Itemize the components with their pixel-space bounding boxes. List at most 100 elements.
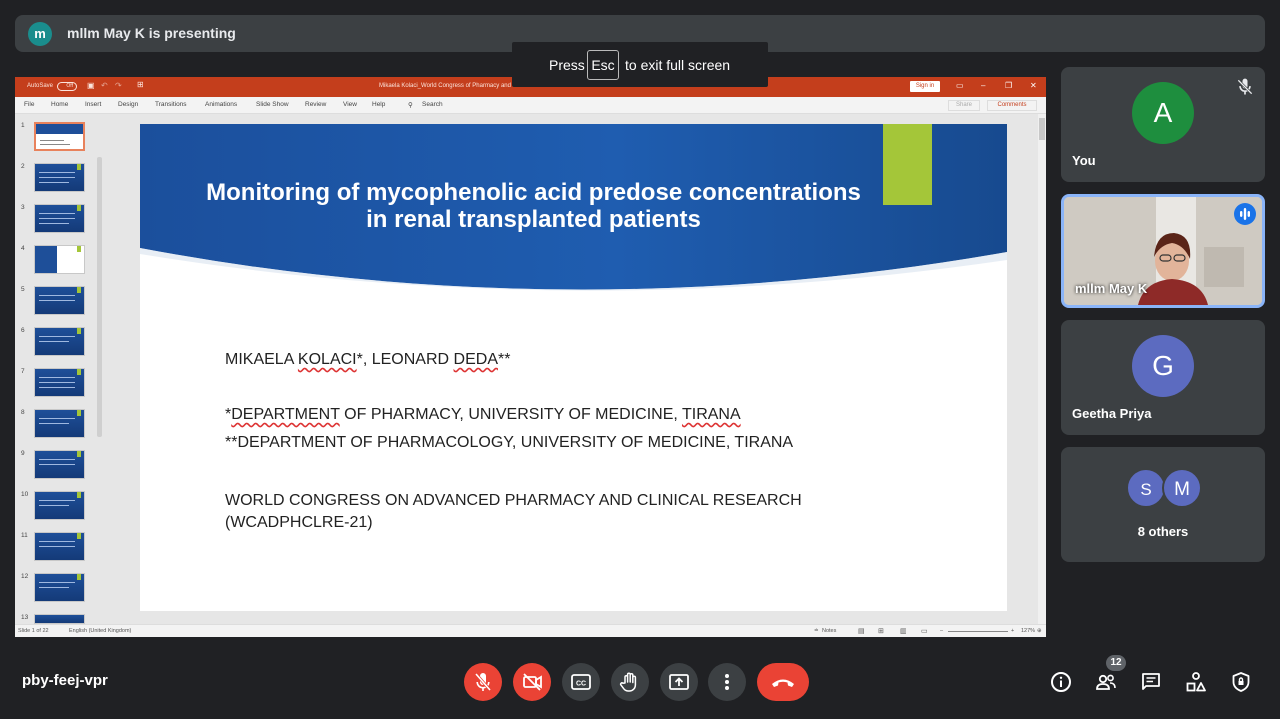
slide-thumbnail[interactable] (34, 163, 85, 192)
sign-in-button[interactable]: Sign in (910, 81, 940, 92)
thumb-number: 12 (21, 573, 29, 580)
slide-thumbnail[interactable] (34, 450, 85, 479)
people-icon[interactable] (1094, 670, 1118, 694)
normal-view-icon[interactable]: ▤ (858, 627, 865, 635)
thumb-number: 3 (21, 204, 25, 211)
tab-design[interactable]: Design (118, 101, 138, 108)
reading-view-icon[interactable]: ▥ (900, 627, 907, 635)
participant-tile-geetha[interactable]: G Geetha Priya (1061, 320, 1265, 435)
slide-thumbnail[interactable] (34, 573, 85, 602)
language-status[interactable]: English (United Kingdom) (69, 628, 131, 634)
slide-thumbnail[interactable] (34, 122, 85, 151)
redo-icon[interactable]: ↷ (115, 81, 122, 90)
autosave-toggle[interactable]: Off (57, 82, 77, 91)
tab-transitions[interactable]: Transitions (155, 101, 187, 108)
chat-icon[interactable] (1139, 670, 1163, 694)
ppt-ribbon-tabs: File Home Insert Design Transitions Anim… (15, 97, 1046, 114)
leave-call-button[interactable] (757, 663, 809, 701)
participant-name: You (1072, 153, 1096, 168)
meeting-code: pby-feej-vpr (22, 672, 108, 689)
fit-slide-icon[interactable]: ⊕ (1037, 628, 1042, 634)
slide-thumbnail[interactable] (34, 286, 85, 315)
zoom-out-icon[interactable]: – (940, 628, 943, 634)
notes-icon[interactable]: ≐ (814, 628, 819, 634)
meeting-details-icon[interactable] (1049, 670, 1073, 694)
present-icon[interactable]: ⊞ (137, 80, 144, 89)
thumb-number: 6 (21, 327, 25, 334)
avatar: A (1132, 82, 1194, 144)
slide-sorter-icon[interactable]: ⊞ (878, 627, 884, 635)
tab-file[interactable]: File (24, 101, 34, 108)
slide-thumbnail[interactable] (34, 532, 85, 561)
close-icon[interactable]: ✕ (1030, 81, 1037, 90)
slide-authors: MIKAELA KOLACI*, LEONARD DEDA** (225, 351, 511, 368)
restore-icon[interactable]: ❐ (1005, 81, 1012, 90)
participant-name: mllm May K (1075, 281, 1148, 296)
slide-title: Monitoring of mycophenolic acid predose … (206, 179, 861, 233)
minimize-icon[interactable]: – (981, 81, 985, 90)
slide-vertical-scrollbar[interactable] (1038, 114, 1046, 624)
save-icon[interactable]: ▣ (87, 81, 95, 90)
participant-tile-presenter[interactable]: mllm May K (1061, 194, 1265, 308)
zoom-level[interactable]: 127% (1021, 628, 1035, 634)
esc-key: Esc (587, 50, 619, 80)
fullscreen-toast: Press Esc to exit full screen (512, 42, 768, 87)
slide-thumbnail[interactable] (34, 204, 85, 233)
mic-off-icon (474, 673, 492, 691)
search-icon: ⚲ (408, 102, 413, 109)
tab-insert[interactable]: Insert (85, 101, 101, 108)
thumb-number: 11 (21, 532, 28, 539)
slide-thumbnail[interactable] (34, 409, 85, 438)
end-call-icon (772, 679, 794, 687)
thumb-number: 9 (21, 450, 25, 457)
slide-thumbnail[interactable] (34, 245, 85, 274)
toast-press-text: Press (549, 57, 585, 73)
tab-view[interactable]: View (343, 101, 357, 108)
host-controls-icon[interactable] (1229, 670, 1253, 694)
presenter-status-text: mllm May K is presenting (67, 25, 236, 41)
tab-slide-show[interactable]: Slide Show (256, 101, 289, 108)
participant-tile-others[interactable]: S M 8 others (1061, 447, 1265, 562)
thumb-number: 1 (21, 122, 25, 129)
slide-thumbnail[interactable] (34, 614, 85, 624)
present-now-button[interactable] (660, 663, 698, 701)
slide: Monitoring of mycophenolic acid predose … (140, 124, 1007, 611)
slide-counter: Slide 1 of 22 (18, 628, 49, 634)
ribbon-display-icon[interactable]: ▭ (956, 81, 964, 90)
slide-thumbnail[interactable] (34, 327, 85, 356)
speaking-indicator-icon (1234, 203, 1256, 225)
tab-home[interactable]: Home (51, 101, 68, 108)
avatar: G (1132, 335, 1194, 397)
avatar: M (1162, 468, 1202, 508)
more-vert-icon (725, 674, 729, 690)
slide-congress-line2: (WCADPHCLRE-21) (225, 514, 373, 531)
undo-icon[interactable]: ↶ (101, 81, 108, 90)
slide-thumbnail[interactable] (34, 491, 85, 520)
more-options-button[interactable] (708, 663, 746, 701)
notes-button[interactable]: Notes (822, 628, 836, 634)
raise-hand-button[interactable] (611, 663, 649, 701)
tab-help[interactable]: Help (372, 101, 385, 108)
thumb-number: 8 (21, 409, 25, 416)
thumb-number: 7 (21, 368, 25, 375)
slide-thumbnail[interactable] (34, 368, 85, 397)
camera-off-icon (523, 673, 542, 691)
zoom-in-icon[interactable]: + (1011, 628, 1014, 634)
participant-tile-you[interactable]: A You (1061, 67, 1265, 182)
camera-toggle-button[interactable] (513, 663, 551, 701)
share-button[interactable]: Share (948, 100, 980, 111)
comments-button[interactable]: Comments (987, 100, 1037, 111)
thumbnail-scrollbar[interactable] (97, 157, 102, 437)
captions-button[interactable]: CC (562, 663, 600, 701)
thumb-number: 5 (21, 286, 25, 293)
activities-icon[interactable] (1184, 670, 1208, 694)
tab-animations[interactable]: Animations (205, 101, 237, 108)
mic-toggle-button[interactable] (464, 663, 502, 701)
participant-name: Geetha Priya (1072, 406, 1152, 421)
closed-captions-icon: CC (571, 674, 591, 690)
tab-review[interactable]: Review (305, 101, 326, 108)
zoom-slider[interactable] (948, 631, 1008, 632)
ribbon-search[interactable]: Search (422, 101, 443, 108)
slideshow-icon[interactable]: ▭ (921, 627, 928, 635)
others-count-label: 8 others (1137, 524, 1189, 539)
